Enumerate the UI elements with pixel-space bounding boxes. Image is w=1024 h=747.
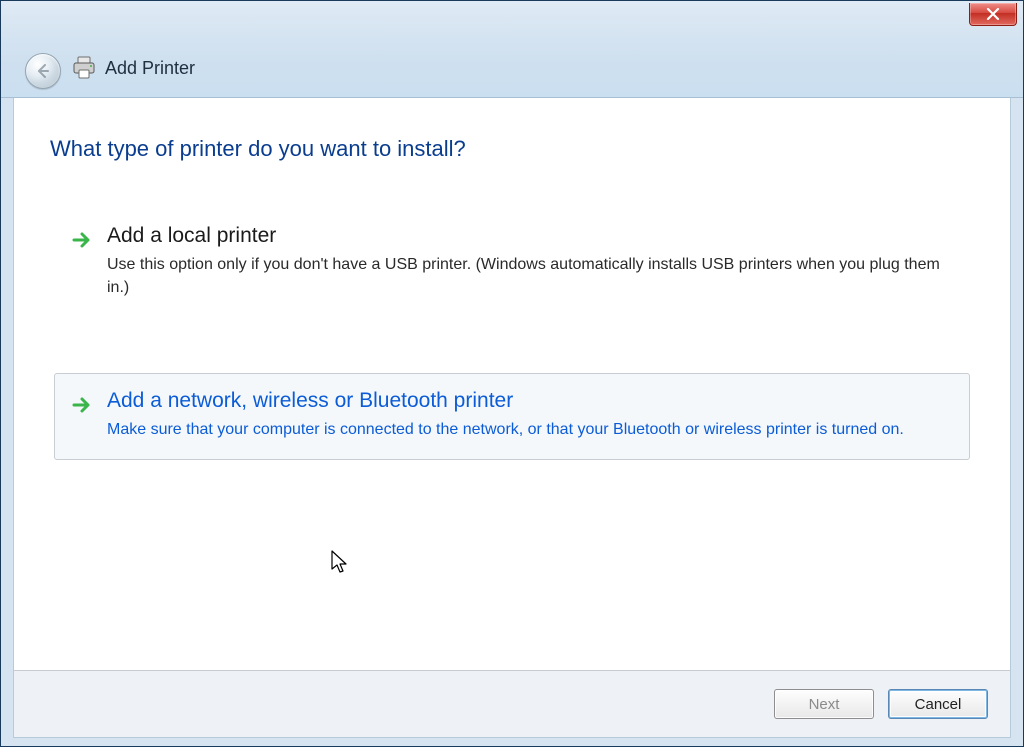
option-text-block: Add a network, wireless or Bluetooth pri… xyxy=(107,388,904,441)
option-text-block: Add a local printer Use this option only… xyxy=(107,223,953,300)
option-local-printer[interactable]: Add a local printer Use this option only… xyxy=(54,208,970,319)
mouse-cursor-icon xyxy=(331,550,351,576)
back-button[interactable] xyxy=(25,53,61,89)
option-network-printer[interactable]: Add a network, wireless or Bluetooth pri… xyxy=(54,373,970,460)
window-title: Add Printer xyxy=(105,58,195,79)
wizard-content: What type of printer do you want to inst… xyxy=(13,98,1011,670)
window-title-area: Add Printer xyxy=(71,56,195,80)
window-titlebar: Add Printer xyxy=(1,1,1023,98)
wizard-footer: Next Cancel xyxy=(13,670,1011,738)
option-title: Add a network, wireless or Bluetooth pri… xyxy=(107,388,904,414)
arrow-right-icon xyxy=(71,229,93,251)
option-description: Make sure that your computer is connecte… xyxy=(107,418,904,441)
close-button[interactable] xyxy=(969,3,1017,26)
page-heading: What type of printer do you want to inst… xyxy=(50,136,974,162)
add-printer-wizard-window: Add Printer What type of printer do you … xyxy=(0,0,1024,747)
option-description: Use this option only if you don't have a… xyxy=(107,253,953,299)
back-arrow-icon xyxy=(34,62,52,80)
cancel-button[interactable]: Cancel xyxy=(888,689,988,719)
arrow-right-icon xyxy=(71,394,93,416)
option-title: Add a local printer xyxy=(107,223,953,249)
next-button[interactable]: Next xyxy=(774,689,874,719)
close-icon xyxy=(986,8,1000,20)
printer-icon xyxy=(71,56,97,80)
